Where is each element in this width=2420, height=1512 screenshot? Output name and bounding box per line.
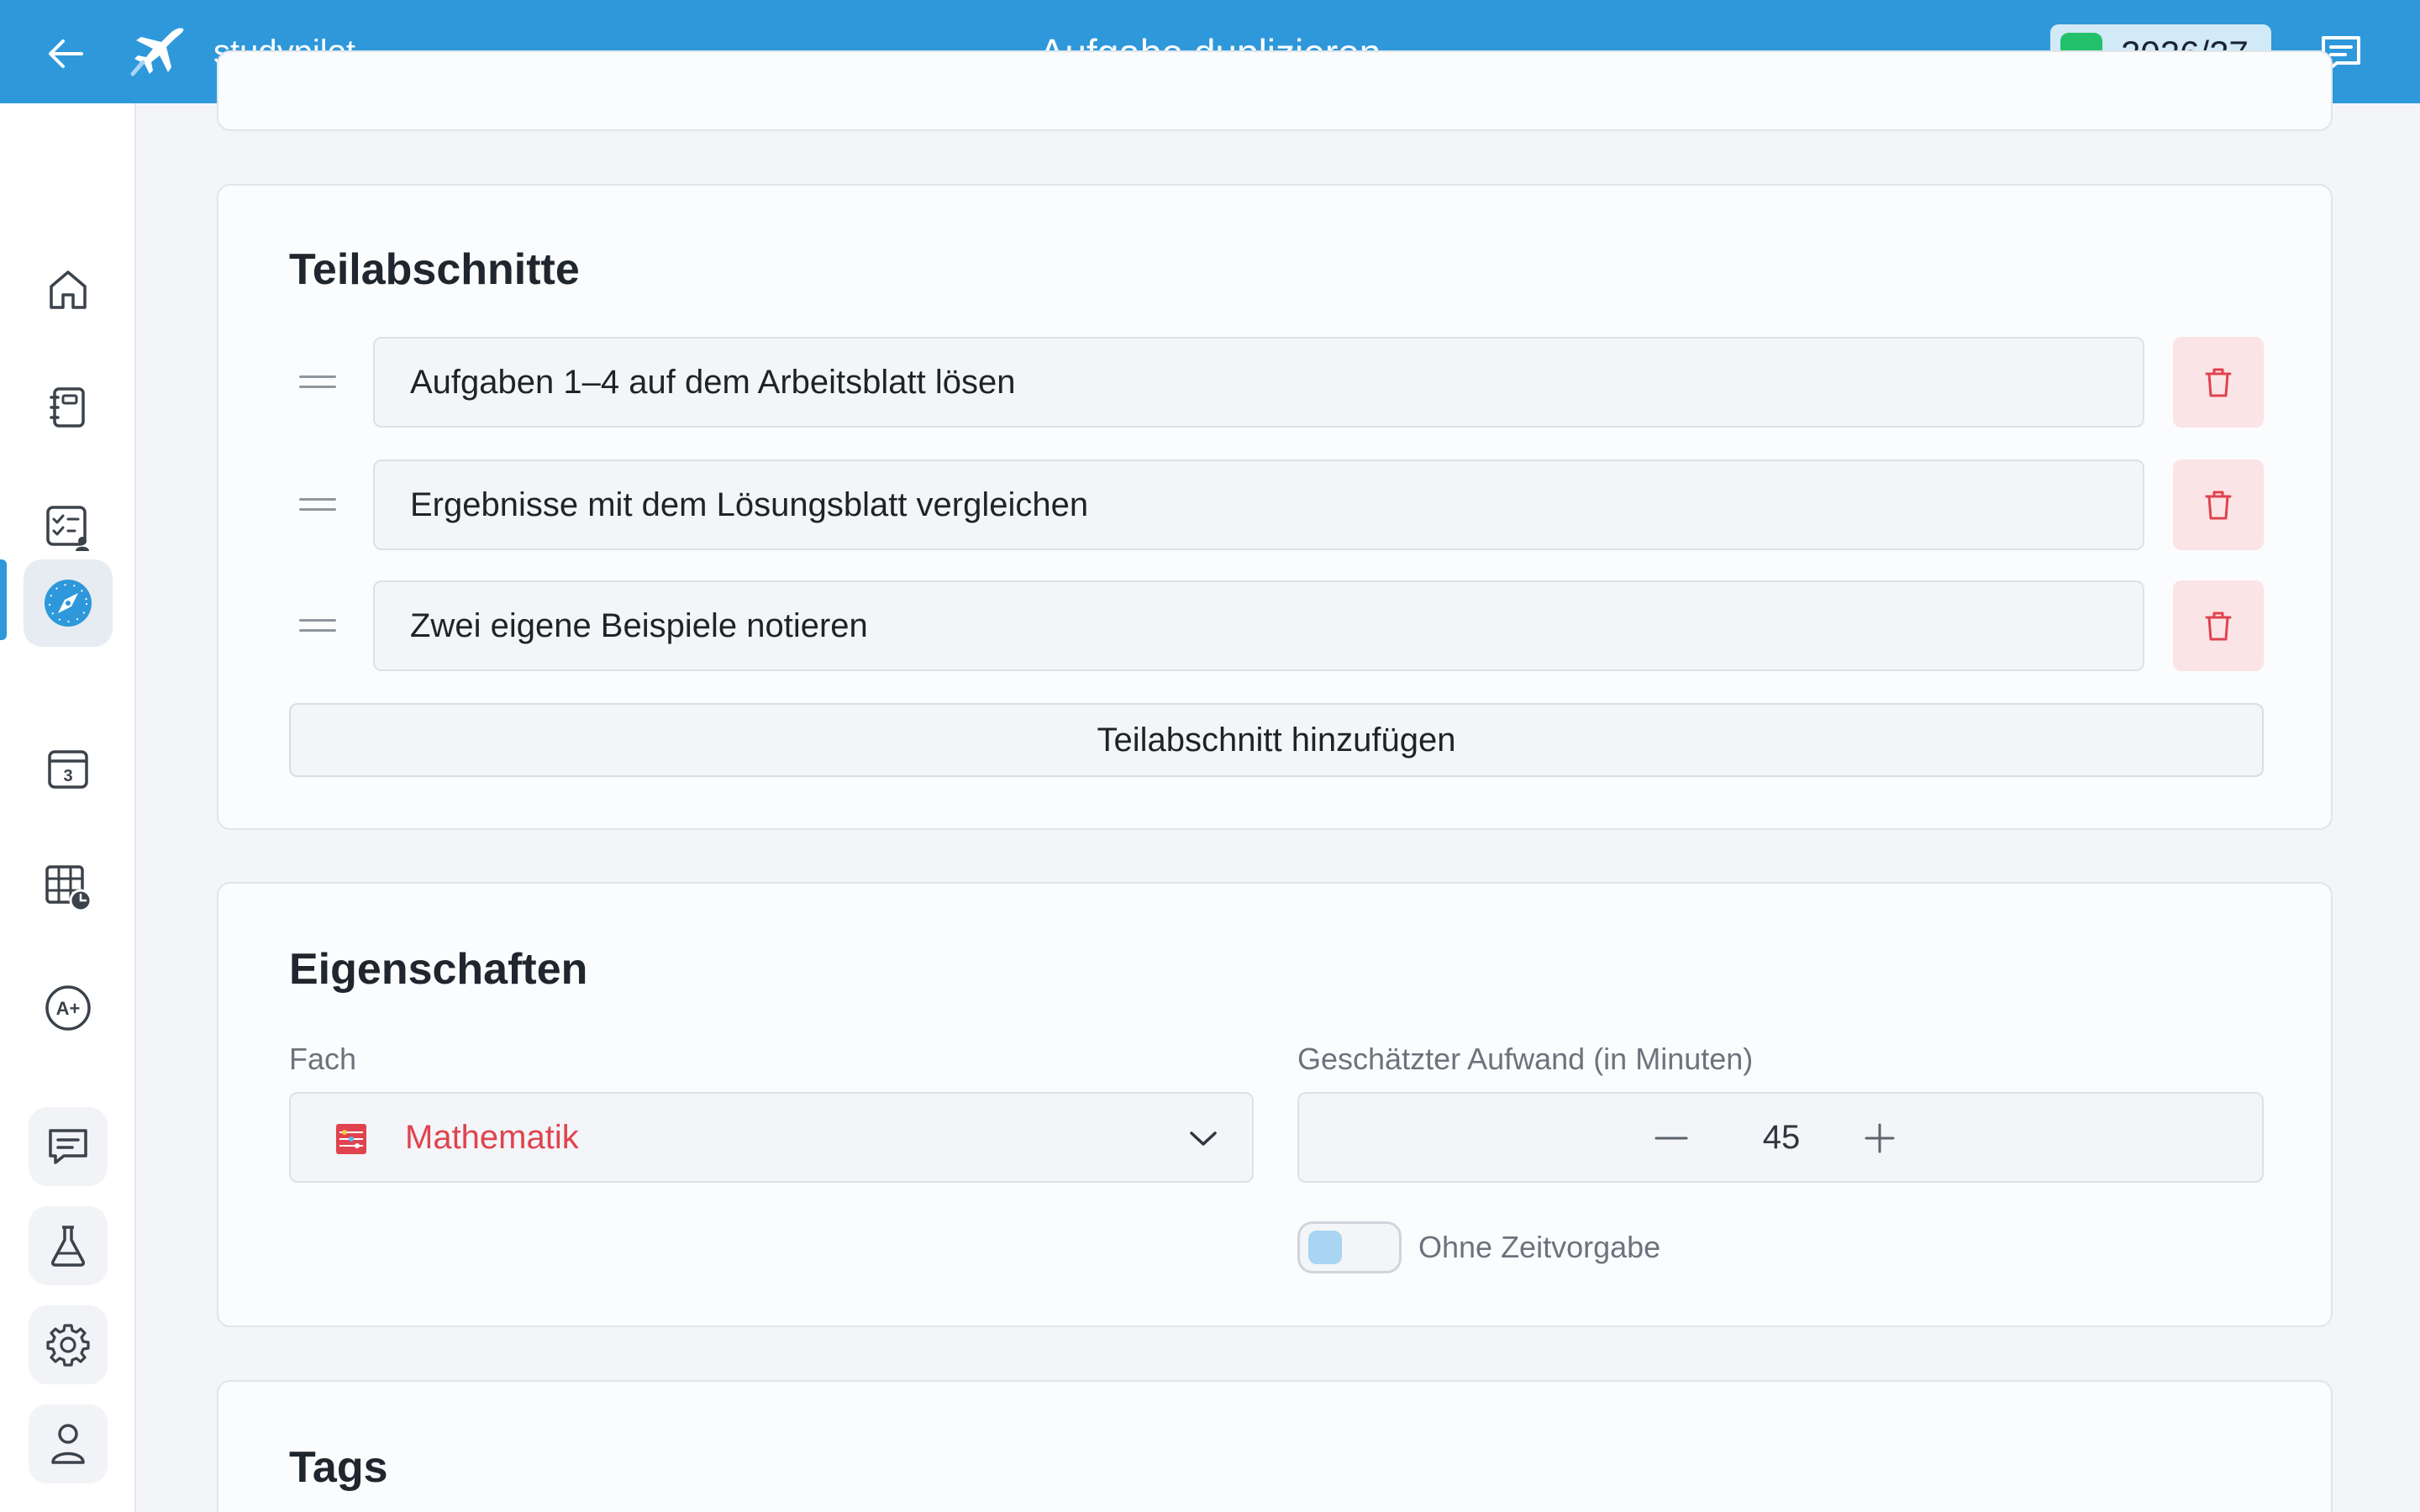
calendar-day-number: 3: [63, 767, 72, 785]
sidebar-item-home[interactable]: [24, 246, 113, 333]
sidebar-settings-button[interactable]: [29, 1305, 108, 1384]
tags-card: Tags: [217, 1380, 2333, 1512]
minus-icon: [1655, 1137, 1688, 1140]
calendar-icon: 3: [48, 750, 88, 789]
no-time-limit-toggle[interactable]: [1297, 1221, 1402, 1273]
subject-label: Fach: [289, 1042, 357, 1076]
trash-icon: [2205, 612, 2232, 641]
sidebar-item-tasks[interactable]: [24, 484, 113, 571]
sidebar: 3 A+: [0, 103, 136, 1512]
sidebar-item-notebook[interactable]: [24, 364, 113, 451]
previous-card: [217, 50, 2333, 131]
effort-label: Geschätzter Aufwand (in Minuten): [1297, 1042, 1754, 1076]
subsections-title: Teilabschnitte: [289, 245, 580, 294]
subsection-input[interactable]: [373, 459, 2144, 550]
properties-card: Eigenschaften Fach Mathematik Geschätzte…: [217, 882, 2333, 1327]
task-list-icon: [46, 506, 89, 551]
home-icon: [50, 270, 87, 309]
subsection-input[interactable]: [373, 337, 2144, 428]
sidebar-item-planner[interactable]: [24, 559, 113, 647]
arrow-left-icon: [49, 39, 83, 68]
no-time-limit-label: Ohne Zeitvorgabe: [1418, 1230, 1661, 1264]
sidebar-labs-button[interactable]: [29, 1206, 108, 1285]
increment-button[interactable]: [1855, 1114, 1904, 1163]
drag-handle[interactable]: [299, 617, 336, 634]
delete-subsection-button[interactable]: [2173, 580, 2264, 671]
gear-icon: [46, 1324, 90, 1367]
subject-value: Mathematik: [405, 1119, 579, 1156]
back-button[interactable]: [34, 22, 97, 86]
add-subsection-button[interactable]: Teilabschnitt hinzufügen: [289, 703, 2264, 777]
chat-icon: [49, 1129, 87, 1164]
grades-icon: A+: [45, 985, 91, 1031]
plus-icon: [1865, 1123, 1895, 1153]
abacus-icon: [336, 1124, 366, 1154]
effort-value[interactable]: 45: [1719, 1119, 1844, 1157]
subsections-card: Teilabschnitte Teilabschnitt hinzufügen: [217, 184, 2333, 830]
decrement-button[interactable]: [1647, 1114, 1696, 1163]
chevron-down-icon: [1190, 1131, 1217, 1146]
delete-subsection-button[interactable]: [2173, 459, 2264, 550]
subject-select[interactable]: Mathematik: [289, 1092, 1254, 1183]
drag-handle[interactable]: [299, 496, 336, 513]
trash-icon: [2205, 491, 2232, 520]
plane-logo-icon: [130, 28, 184, 76]
effort-stepper: 45: [1297, 1092, 2264, 1183]
timetable-icon: [45, 865, 92, 912]
notebook-icon: [50, 387, 85, 428]
sidebar-chat-button[interactable]: [29, 1107, 108, 1186]
compass-icon: [45, 580, 92, 627]
sidebar-item-timetable[interactable]: [24, 844, 113, 932]
grades-badge-text: A+: [56, 998, 81, 1019]
active-nav-marker: [0, 559, 7, 640]
sidebar-profile-button[interactable]: [29, 1404, 108, 1483]
subsection-input[interactable]: [373, 580, 2144, 671]
tags-title: Tags: [289, 1443, 388, 1492]
flask-icon: [51, 1226, 85, 1267]
toggle-knob: [1308, 1231, 1342, 1264]
sidebar-item-grades[interactable]: A+: [24, 964, 113, 1052]
drag-handle[interactable]: [299, 374, 336, 391]
properties-title: Eigenschaften: [289, 945, 588, 994]
delete-subsection-button[interactable]: [2173, 337, 2264, 428]
sidebar-item-calendar[interactable]: 3: [24, 725, 113, 812]
user-icon: [51, 1424, 85, 1464]
trash-icon: [2205, 368, 2232, 397]
